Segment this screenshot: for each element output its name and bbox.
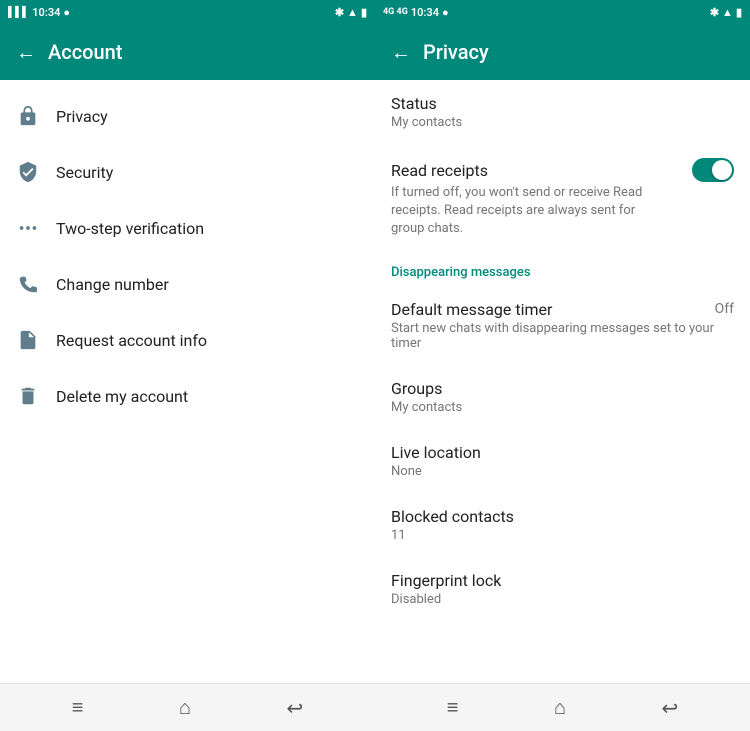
wifi-icon: ▲: [347, 6, 358, 19]
status-left: ▌▌▌ 10:34 ●: [8, 6, 70, 19]
default-timer-value: Off: [715, 301, 734, 317]
fingerprint-lock-label: Fingerprint lock: [391, 571, 501, 590]
privacy-header: ← Privacy: [375, 24, 750, 80]
menu-item-two-step[interactable]: Two-step verification: [0, 200, 375, 256]
privacy-title: Privacy: [423, 40, 489, 64]
menu-item-delete-account[interactable]: Delete my account: [0, 368, 375, 424]
privacy-wifi-icon: ▲: [722, 6, 733, 19]
dot-icon: ●: [63, 6, 70, 19]
privacy-status-bar: 4G 4G 10:34 ● ✱ ▲ ▮: [375, 0, 750, 24]
account-bottom-nav: ≡ ⌂ ↩: [0, 683, 375, 731]
status-right: ✱ ▲ ▮: [335, 6, 367, 19]
security-label: Security: [56, 163, 113, 182]
menu-item-security[interactable]: Security: [0, 144, 375, 200]
privacy-status-left: 4G 4G 10:34 ●: [383, 6, 449, 19]
read-receipts-row: Read receipts: [391, 158, 734, 182]
account-title: Account: [48, 40, 122, 64]
request-info-label: Request account info: [56, 331, 207, 350]
status-time: 10:34: [32, 6, 60, 19]
menu-item-privacy[interactable]: Privacy: [0, 88, 375, 144]
live-location-label: Live location: [391, 443, 481, 462]
delete-account-label: Delete my account: [56, 387, 188, 406]
privacy-item-blocked-contacts[interactable]: Blocked contacts 11: [375, 493, 750, 557]
shield-icon: [16, 160, 40, 184]
signal-icon: ▌▌▌: [8, 7, 29, 18]
file-icon: [16, 328, 40, 352]
menu-item-change-number[interactable]: Change number: [0, 256, 375, 312]
account-status-bar: ▌▌▌ 10:34 ● ✱ ▲ ▮: [0, 0, 375, 24]
blocked-contacts-count: 11: [391, 528, 406, 543]
privacy-item-status[interactable]: Status My contacts: [375, 80, 750, 144]
read-receipts-sub: If turned off, you won't send or receive…: [391, 184, 671, 239]
privacy-item-default-timer[interactable]: Default message timer Off Start new chat…: [375, 286, 750, 365]
menu-item-request-info[interactable]: Request account info: [0, 312, 375, 368]
dots-icon: [16, 216, 40, 240]
privacy-item-groups[interactable]: Groups My contacts: [375, 365, 750, 429]
live-location-sub: None: [391, 464, 422, 479]
groups-label: Groups: [391, 379, 442, 398]
signal-4g-icon: 4G 4G: [383, 7, 408, 17]
home-nav-icon[interactable]: ⌂: [179, 695, 191, 720]
two-step-label: Two-step verification: [56, 219, 204, 238]
privacy-label: Privacy: [56, 107, 108, 126]
account-header: ← Account: [0, 24, 375, 80]
fingerprint-lock-status: Disabled: [391, 592, 441, 607]
privacy-dot-icon: ●: [442, 6, 449, 19]
phone-edit-icon: [16, 272, 40, 296]
account-back-button[interactable]: ←: [16, 40, 36, 65]
privacy-panel: 4G 4G 10:34 ● ✱ ▲ ▮ ← Privacy Status My …: [375, 0, 750, 731]
blocked-contacts-label: Blocked contacts: [391, 507, 514, 526]
change-number-label: Change number: [56, 275, 169, 294]
privacy-status-time: 10:34: [411, 6, 439, 19]
privacy-back-button[interactable]: ←: [391, 40, 411, 65]
lock-icon: [16, 104, 40, 128]
read-receipts-label: Read receipts: [391, 161, 488, 180]
privacy-item-fingerprint-lock[interactable]: Fingerprint lock Disabled: [375, 557, 750, 621]
status-privacy-label: Status: [391, 94, 437, 113]
privacy-item-live-location[interactable]: Live location None: [375, 429, 750, 493]
account-panel: ▌▌▌ 10:34 ● ✱ ▲ ▮ ← Account Privacy Secu…: [0, 0, 375, 731]
read-receipts-toggle[interactable]: [692, 158, 734, 182]
back-nav-icon[interactable]: ↩: [286, 696, 303, 720]
default-timer-label: Default message timer: [391, 300, 552, 319]
status-privacy-sub: My contacts: [391, 115, 462, 130]
battery-icon: ▮: [361, 6, 367, 19]
privacy-menu-nav-icon[interactable]: ≡: [447, 695, 459, 720]
privacy-list: Status My contacts Read receipts If turn…: [375, 80, 750, 683]
privacy-back-nav-icon[interactable]: ↩: [661, 696, 678, 720]
privacy-status-right: ✱ ▲ ▮: [710, 6, 742, 19]
privacy-bluetooth-icon: ✱: [710, 6, 719, 19]
account-menu-list: Privacy Security Two-step verification C…: [0, 80, 375, 683]
menu-nav-icon[interactable]: ≡: [72, 695, 84, 720]
privacy-home-nav-icon[interactable]: ⌂: [554, 695, 566, 720]
privacy-battery-icon: ▮: [736, 6, 742, 19]
groups-sub: My contacts: [391, 400, 462, 415]
privacy-bottom-nav: ≡ ⌂ ↩: [375, 683, 750, 731]
default-timer-sub: Start new chats with disappearing messag…: [391, 321, 734, 351]
privacy-item-read-receipts[interactable]: Read receipts If turned off, you won't s…: [375, 144, 750, 253]
disappearing-messages-section: Disappearing messages: [375, 253, 750, 286]
trash-icon: [16, 384, 40, 408]
default-timer-row: Default message timer Off: [391, 300, 734, 319]
bluetooth-icon: ✱: [335, 6, 344, 19]
